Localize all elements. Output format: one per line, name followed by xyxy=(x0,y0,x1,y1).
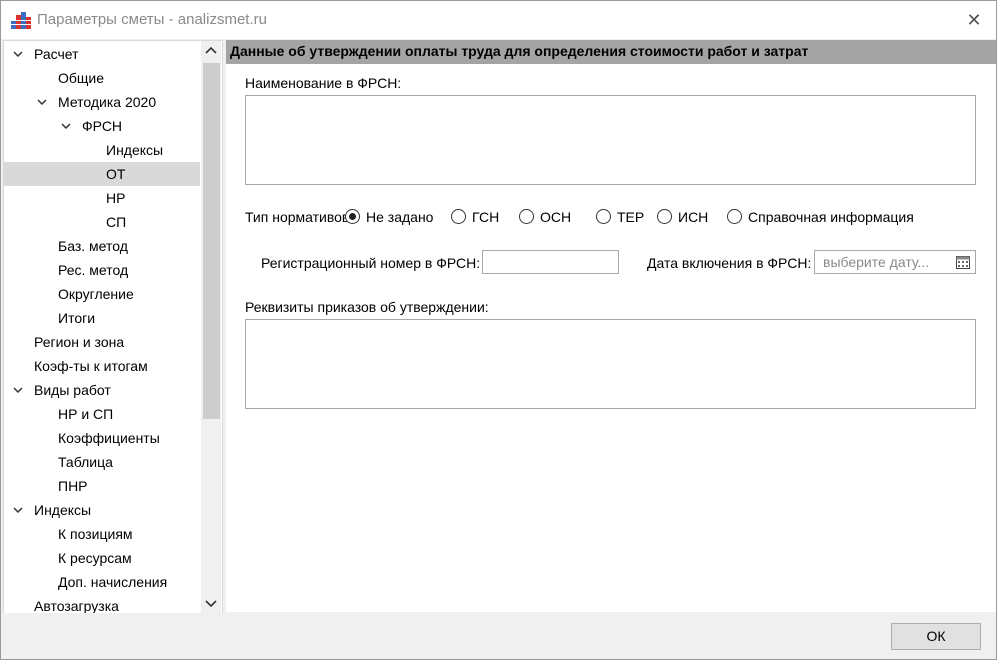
tree-item[interactable]: Баз. метод xyxy=(4,234,200,258)
tree-item[interactable]: Индексы xyxy=(4,498,200,522)
chevron-down-icon[interactable] xyxy=(12,504,24,516)
tree-scrollbar[interactable] xyxy=(201,41,221,613)
chevron-down-icon[interactable] xyxy=(60,120,72,132)
tree-item-label: Индексы xyxy=(106,142,164,158)
radio-circle[interactable] xyxy=(451,209,466,224)
tree-item-label: К ресурсам xyxy=(58,550,132,566)
radio-circle[interactable] xyxy=(519,209,534,224)
reg-number-input[interactable] xyxy=(482,250,619,274)
chevron-down-icon[interactable] xyxy=(12,384,24,396)
radio-label: Справочная информация xyxy=(748,209,914,225)
section-header: Данные об утверждении оплаты труда для о… xyxy=(226,40,996,64)
dialog-footer: ОК xyxy=(1,613,996,659)
settings-window: Параметры сметы - analizsmet.ru ✕ Расчет… xyxy=(0,0,997,660)
radio-circle[interactable] xyxy=(345,209,360,224)
tree-item[interactable]: К позициям xyxy=(4,522,200,546)
radio-label: ТЕР xyxy=(617,209,645,225)
chevron-up-icon[interactable] xyxy=(201,41,221,61)
tree-item[interactable]: Таблица xyxy=(4,450,200,474)
date-picker[interactable]: выберите дату... xyxy=(814,250,976,274)
tree-item-label: К позициям xyxy=(58,526,133,542)
ot-settings-panel: Данные об утверждении оплаты труда для о… xyxy=(226,40,996,612)
window-title: Параметры сметы - analizsmet.ru xyxy=(37,11,267,28)
tree-item-label: Рес. метод xyxy=(58,262,129,278)
tree-item-label: Расчет xyxy=(34,46,79,62)
section-header-text: Данные об утверждении оплаты труда для о… xyxy=(230,43,809,59)
tree-item[interactable]: Автозагрузка xyxy=(4,594,200,614)
tree-item[interactable]: Коэф-ты к итогам xyxy=(4,354,200,378)
tree-item[interactable]: Рес. метод xyxy=(4,258,200,282)
scrollbar-thumb[interactable] xyxy=(203,63,220,419)
tree-item-label: Баз. метод xyxy=(58,238,128,254)
tree-item-label: Виды работ xyxy=(34,382,111,398)
settings-tree-panel: Расчет Общие Методика 2020 ФРСН Индексы ОТ НР С… xyxy=(3,40,223,614)
radio-circle[interactable] xyxy=(657,209,672,224)
tree-item-label: ПНР xyxy=(58,478,88,494)
tree-item-label: ОТ xyxy=(106,166,126,182)
tree-item[interactable]: Расчет xyxy=(4,42,200,66)
tree-item[interactable]: СП xyxy=(4,210,200,234)
tree-item-label: НР xyxy=(106,190,126,206)
date-label: Дата включения в ФРСН: xyxy=(647,255,812,271)
tree-item[interactable]: Округление xyxy=(4,282,200,306)
tree-item[interactable]: Общие xyxy=(4,66,200,90)
orders-textarea[interactable] xyxy=(245,319,976,409)
tree-item-label: НР и СП xyxy=(58,406,114,422)
tree-item-label: Округление xyxy=(58,286,134,302)
tree-item[interactable]: ПНР xyxy=(4,474,200,498)
chevron-down-icon[interactable] xyxy=(12,48,24,60)
radio-label: ИСН xyxy=(678,209,709,225)
radio-label: ГСН xyxy=(472,209,500,225)
tree-item[interactable]: Коэффициенты xyxy=(4,426,200,450)
close-icon: ✕ xyxy=(966,10,982,30)
tree-item-label: ФРСН xyxy=(82,118,123,134)
tree-item-label: Таблица xyxy=(58,454,113,470)
radio-circle[interactable] xyxy=(727,209,742,224)
tree-item[interactable]: Итоги xyxy=(4,306,200,330)
radio-circle[interactable] xyxy=(596,209,611,224)
name-label: Наименование в ФРСН: xyxy=(245,75,402,91)
tree-item-label: Коэффициенты xyxy=(58,430,160,446)
reg-number-label: Регистрационный номер в ФРСН: xyxy=(261,255,481,271)
radio-dot xyxy=(349,213,356,220)
tree-item-label: Доп. начисления xyxy=(58,574,168,590)
close-button[interactable]: ✕ xyxy=(960,7,988,33)
chevron-down-icon[interactable] xyxy=(201,593,221,613)
tree-item-label: Автозагрузка xyxy=(34,598,119,614)
date-placeholder: выберите дату... xyxy=(823,254,930,270)
tree-item[interactable]: ФРСН xyxy=(4,114,200,138)
chevron-down-icon[interactable] xyxy=(36,96,48,108)
tree-item-label: Индексы xyxy=(34,502,92,518)
tree-item-label: Итоги xyxy=(58,310,96,326)
tree-item[interactable]: Методика 2020 xyxy=(4,90,200,114)
settings-tree: Расчет Общие Методика 2020 ФРСН Индексы ОТ НР С… xyxy=(4,41,200,613)
tree-item-label: Коэф-ты к итогам xyxy=(34,358,148,374)
norm-type-label: Тип нормативов: xyxy=(245,209,354,225)
tree-item-label: Регион и зона xyxy=(34,334,125,350)
radio-label: Не задано xyxy=(366,209,434,225)
tree-item[interactable]: Регион и зона xyxy=(4,330,200,354)
tree-item[interactable]: НР и СП xyxy=(4,402,200,426)
tree-item-label: Методика 2020 xyxy=(58,94,157,110)
tree-item[interactable]: Индексы xyxy=(4,138,200,162)
orders-label: Реквизиты приказов об утверждении: xyxy=(245,299,489,315)
calendar-icon[interactable] xyxy=(955,254,971,270)
tree-item[interactable]: НР xyxy=(4,186,200,210)
tree-item-label: СП xyxy=(106,214,127,230)
tree-item[interactable]: ОТ xyxy=(4,162,200,186)
app-grid-icon xyxy=(11,12,31,29)
tree-item[interactable]: Доп. начисления xyxy=(4,570,200,594)
radio-label: ОСН xyxy=(540,209,572,225)
name-textarea[interactable] xyxy=(245,95,976,185)
tree-item[interactable]: К ресурсам xyxy=(4,546,200,570)
tree-item-label: Общие xyxy=(58,70,105,86)
title-bar: Параметры сметы - analizsmet.ru ✕ xyxy=(1,1,996,39)
ok-button[interactable]: ОК xyxy=(891,623,981,650)
tree-item[interactable]: Виды работ xyxy=(4,378,200,402)
